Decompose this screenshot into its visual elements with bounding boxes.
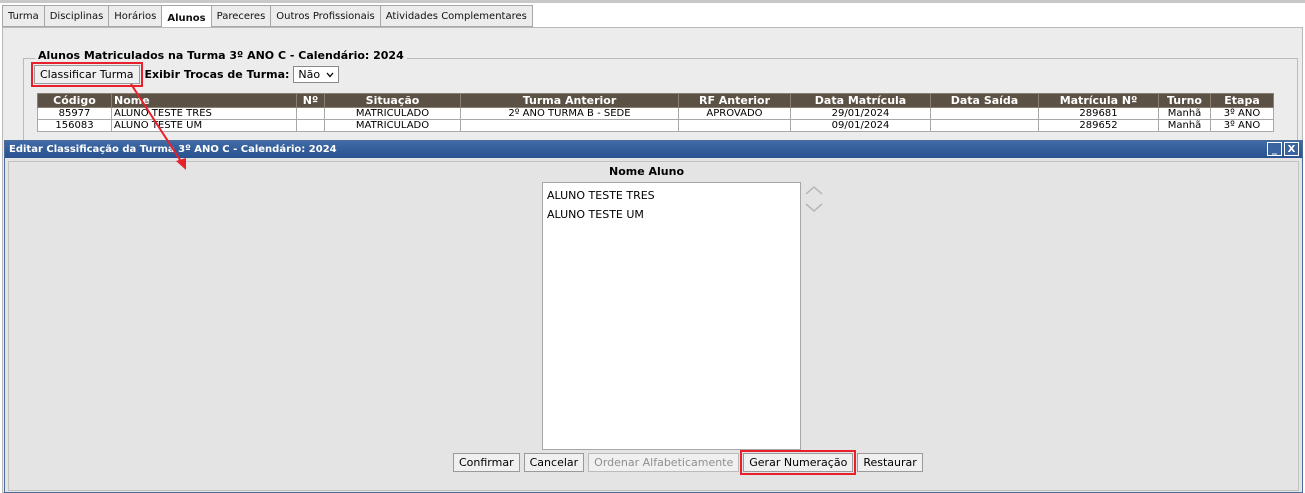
cell-etapa: 3º ANO — [1210, 119, 1274, 132]
ordenar-alfabeticamente-button[interactable]: Ordenar Alfabeticamente — [588, 453, 740, 472]
cancelar-button[interactable]: Cancelar — [523, 453, 585, 472]
cell-situacao: MATRICULADO — [324, 119, 461, 132]
classificar-turma-button[interactable]: Classificar Turma — [31, 62, 143, 87]
cell-data-matricula: 09/01/2024 — [790, 119, 931, 132]
list-item[interactable]: ALUNO TESTE TRES — [546, 186, 797, 205]
col-data-matricula[interactable]: Data Matrícula — [790, 93, 931, 108]
modal-actions: Confirmar Cancelar Ordenar Alfabeticamen… — [453, 450, 923, 475]
table-header-row: Código Nome Nº Situação Turma Anterior R… — [37, 93, 1274, 108]
tab-pareceres[interactable]: Pareceres — [211, 5, 272, 27]
cell-nome: ALUNO TESTE UM — [111, 119, 297, 132]
tab-bar: Turma Disciplinas Horários Alunos Parece… — [2, 5, 533, 30]
chevron-down-icon — [326, 72, 334, 77]
close-icon[interactable]: X — [1284, 142, 1299, 156]
student-order-list[interactable]: ALUNO TESTE TRES ALUNO TESTE UM — [542, 182, 801, 450]
col-codigo[interactable]: Código — [37, 93, 112, 108]
restaurar-button[interactable]: Restaurar — [857, 453, 923, 472]
cell-etapa: 3º ANO — [1210, 107, 1274, 120]
col-turno[interactable]: Turno — [1158, 93, 1211, 108]
exibir-trocas-label: Exibir Trocas de Turma: — [144, 68, 290, 81]
window-controls: _ X — [1267, 142, 1299, 156]
col-matricula-numero[interactable]: Matrícula Nº — [1038, 93, 1159, 108]
table-row[interactable]: 85977 ALUNO TESTE TRÊS MATRICULADO 2º AN… — [37, 107, 1274, 120]
exibir-trocas-value: Não — [298, 68, 321, 81]
controls-row: Classificar Turma Exibir Trocas de Turma… — [31, 62, 340, 87]
cell-turma-anterior: 2º ANO TURMA B - SEDE — [460, 107, 679, 120]
cell-numero — [296, 107, 325, 120]
cell-turma-anterior — [460, 119, 679, 132]
col-etapa[interactable]: Etapa — [1210, 93, 1274, 108]
exibir-trocas-select[interactable]: Não — [293, 66, 340, 83]
col-situacao[interactable]: Situação — [324, 93, 461, 108]
gerar-numeracao-button[interactable]: Gerar Numeração — [740, 450, 857, 475]
tab-outros-profissionais[interactable]: Outros Profissionais — [271, 5, 381, 27]
modal-title: Editar Classificação da Turma 3º ANO C -… — [9, 144, 337, 155]
cell-rf-anterior — [678, 119, 791, 132]
modal-body: Nome Aluno ALUNO TESTE TRES ALUNO TESTE … — [8, 161, 1299, 491]
cell-turno: Manhã — [1158, 119, 1211, 132]
move-up-icon[interactable] — [805, 184, 823, 196]
cell-turno: Manhã — [1158, 107, 1211, 120]
modal-title-bar[interactable]: Editar Classificação da Turma 3º ANO C -… — [5, 141, 1302, 158]
cell-data-saida — [930, 119, 1039, 132]
cell-rf-anterior: APROVADO — [678, 107, 791, 120]
col-turma-anterior[interactable]: Turma Anterior — [460, 93, 679, 108]
list-item[interactable]: ALUNO TESTE UM — [546, 205, 797, 224]
students-table: Código Nome Nº Situação Turma Anterior R… — [37, 93, 1274, 132]
nome-aluno-header: Nome Aluno — [609, 165, 685, 178]
tab-atividades-complementares[interactable]: Atividades Complementares — [380, 5, 533, 27]
col-nome[interactable]: Nome — [111, 93, 297, 108]
edit-classification-modal: Editar Classificação da Turma 3º ANO C -… — [4, 140, 1303, 493]
cell-codigo: 156083 — [37, 119, 112, 132]
table-row[interactable]: 156083 ALUNO TESTE UM MATRICULADO 09/01/… — [37, 119, 1274, 132]
cell-matricula-numero: 289652 — [1038, 119, 1159, 132]
top-border — [0, 0, 1305, 3]
cell-numero — [296, 119, 325, 132]
confirmar-button[interactable]: Confirmar — [453, 453, 520, 472]
tab-turma[interactable]: Turma — [2, 5, 45, 27]
tab-disciplinas[interactable]: Disciplinas — [44, 5, 110, 27]
cell-codigo: 85977 — [37, 107, 112, 120]
cell-matricula-numero: 289681 — [1038, 107, 1159, 120]
section-title: Alunos Matriculados na Turma 3º ANO C - … — [35, 49, 407, 62]
cell-data-matricula: 29/01/2024 — [790, 107, 931, 120]
cell-data-saida — [930, 107, 1039, 120]
minimize-icon[interactable]: _ — [1267, 142, 1282, 156]
tab-horarios[interactable]: Horários — [109, 5, 163, 27]
move-down-icon[interactable] — [805, 202, 823, 214]
col-data-saida[interactable]: Data Saída — [930, 93, 1039, 108]
col-numero[interactable]: Nº — [296, 93, 325, 108]
col-rf-anterior[interactable]: RF Anterior — [678, 93, 791, 108]
cell-situacao: MATRICULADO — [324, 107, 461, 120]
cell-nome: ALUNO TESTE TRÊS — [111, 107, 297, 120]
